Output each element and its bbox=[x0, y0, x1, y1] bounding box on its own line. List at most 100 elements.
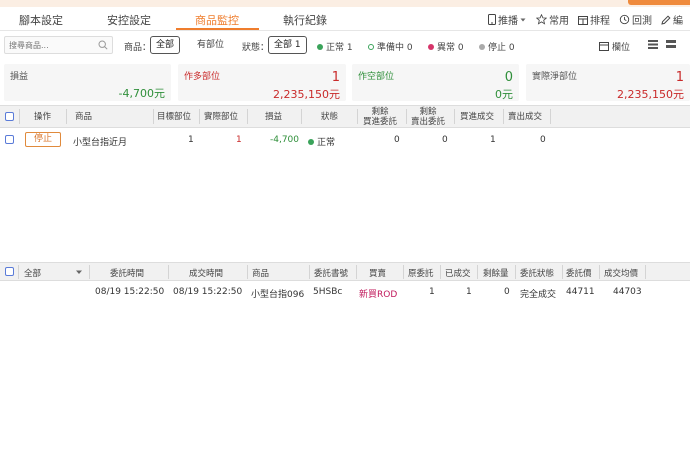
backtest-button[interactable]: 回測 bbox=[619, 12, 652, 27]
col-order-number: 委託書號 bbox=[314, 269, 349, 279]
tab-script-settings[interactable]: 腳本設定 bbox=[19, 12, 63, 28]
col-buy-filled: 買進成交 bbox=[460, 112, 495, 122]
col-product: 商品 bbox=[75, 112, 93, 122]
col-fill-time: 成交時間 bbox=[189, 269, 224, 279]
status-stopped-label: 停止 0 bbox=[488, 43, 515, 53]
edit-button[interactable]: 編 bbox=[661, 12, 683, 27]
long-card-label: 作多部位 bbox=[184, 72, 221, 82]
status-filter-stopped[interactable]: 停止 0 bbox=[479, 40, 515, 53]
status-filter-label: 狀態： bbox=[242, 43, 270, 53]
short-card-label: 作空部位 bbox=[358, 72, 395, 82]
order-row-product: 小型台指096 bbox=[251, 290, 305, 300]
summary-cards: 損益 -4,700元 作多部位 1 2,235,150元 作空部位 0 0元 實… bbox=[0, 60, 690, 102]
tab-execution-log[interactable]: 執行紀錄 bbox=[283, 12, 327, 28]
order-row-avg-price: 44703 bbox=[613, 287, 642, 297]
col-remaining-buy-line1: 剩餘 bbox=[371, 107, 389, 117]
row-sell-filled: 0 bbox=[540, 135, 546, 145]
row-remaining-buy: 0 bbox=[394, 135, 400, 145]
order-row-order-price: 44711 bbox=[566, 287, 595, 297]
row-target-position: 1 bbox=[188, 135, 194, 145]
gray-dot-icon bbox=[479, 43, 485, 50]
table-row[interactable]: 08/19 15:22:50 08/19 15:22:50 小型台指096 5H… bbox=[0, 284, 690, 302]
status-filter-all[interactable]: 全部 1 bbox=[268, 36, 307, 54]
col-remaining-buy: 剩餘 買進委託 bbox=[363, 107, 397, 127]
order-row-original-qty: 1 bbox=[429, 287, 435, 297]
caret-down-icon bbox=[520, 18, 526, 21]
col-target-position: 目標部位 bbox=[157, 112, 192, 122]
product-filter-has-position[interactable]: 有部位 bbox=[191, 36, 230, 54]
col-status: 狀態 bbox=[321, 112, 339, 122]
net-card-count: 1 bbox=[675, 70, 684, 85]
order-row-order-time: 08/19 15:22:50 bbox=[95, 287, 165, 297]
green-dot-icon bbox=[317, 43, 323, 50]
col-filled-qty: 已成交 bbox=[445, 269, 471, 279]
table-row[interactable]: 停止 小型台指近月 1 1 -4,700 正常 0 0 1 0 bbox=[0, 130, 690, 150]
order-row-status: 完全成交 bbox=[520, 290, 557, 300]
edit-label: 編 bbox=[673, 16, 683, 27]
status-normal-label: 正常 1 bbox=[326, 43, 353, 53]
tab-product-monitor[interactable]: 商品監控 bbox=[195, 12, 239, 28]
order-row-side: 新買ROD bbox=[359, 290, 398, 300]
status-filter-preparing[interactable]: 準備中 0 bbox=[368, 40, 413, 53]
orders-select-all-checkbox[interactable] bbox=[5, 267, 14, 276]
product-search-input[interactable] bbox=[5, 37, 93, 53]
col-order-product: 商品 bbox=[252, 269, 270, 279]
long-card-value: 2,235,150元 bbox=[273, 88, 340, 101]
red-dot-icon bbox=[428, 43, 434, 50]
col-actual-position: 實際部位 bbox=[204, 112, 239, 122]
col-remaining-qty: 剩餘量 bbox=[483, 269, 509, 279]
col-remaining-sell-line1: 剩餘 bbox=[419, 107, 437, 117]
order-table-header: 全部 委託時間 成交時間 商品 委託書號 買賣 原委託 已成交 剩餘量 委託狀態… bbox=[0, 262, 690, 281]
push-menu[interactable]: 推播 bbox=[488, 12, 526, 27]
col-remaining-sell: 剩餘 賣出委託 bbox=[411, 107, 445, 127]
short-card-value: 0元 bbox=[495, 88, 513, 101]
row-actual-position: 1 bbox=[236, 135, 242, 145]
row-buy-filled: 1 bbox=[490, 135, 496, 145]
orders-filter-select[interactable]: 全部 bbox=[24, 267, 41, 279]
pnl-card-label: 損益 bbox=[10, 72, 29, 82]
filter-caret-icon[interactable] bbox=[76, 270, 82, 275]
history-icon bbox=[619, 14, 630, 25]
col-order-price: 委託價 bbox=[566, 269, 592, 279]
status-filter-abnormal[interactable]: 異常 0 bbox=[428, 40, 464, 53]
favorites-button[interactable]: 常用 bbox=[536, 12, 569, 27]
order-row-fill-time: 08/19 15:22:50 bbox=[173, 287, 243, 297]
col-action: 操作 bbox=[34, 112, 52, 122]
order-row-filled-qty: 1 bbox=[466, 287, 472, 297]
col-order-time: 委託時間 bbox=[110, 269, 145, 279]
tab-risk-settings[interactable]: 安控設定 bbox=[107, 12, 151, 28]
row-remaining-sell: 0 bbox=[442, 135, 448, 145]
status-filter-normal[interactable]: 正常 1 bbox=[317, 40, 353, 53]
select-all-checkbox[interactable] bbox=[5, 112, 14, 121]
net-position-card: 實際淨部位 1 2,235,150元 bbox=[526, 64, 690, 101]
view-compact-icon[interactable] bbox=[648, 40, 658, 49]
top-accent-bar bbox=[628, 0, 690, 5]
stop-button[interactable]: 停止 bbox=[25, 132, 61, 147]
hollow-dot-icon bbox=[368, 43, 374, 50]
view-list-icon[interactable] bbox=[666, 40, 676, 49]
net-card-value: 2,235,150元 bbox=[617, 88, 684, 101]
row-pnl: -4,700 bbox=[270, 135, 300, 145]
short-card-count: 0 bbox=[504, 70, 513, 85]
window-top-strip bbox=[0, 0, 690, 7]
col-pnl: 損益 bbox=[265, 112, 283, 122]
col-remaining-sell-line2: 賣出委託 bbox=[411, 117, 446, 127]
status-ok-icon bbox=[308, 138, 314, 145]
short-position-card: 作空部位 0 0元 bbox=[352, 64, 519, 101]
col-original-qty: 原委託 bbox=[408, 269, 434, 279]
product-filter-all[interactable]: 全部 bbox=[150, 36, 181, 54]
favorites-label: 常用 bbox=[549, 16, 569, 27]
columns-icon bbox=[599, 42, 609, 51]
pnl-card: 損益 -4,700元 bbox=[4, 64, 171, 101]
columns-button[interactable]: 欄位 bbox=[599, 40, 630, 53]
col-side: 買賣 bbox=[369, 269, 387, 279]
status-preparing-label: 準備中 0 bbox=[377, 43, 413, 53]
product-search bbox=[4, 36, 113, 54]
schedule-label: 排程 bbox=[590, 16, 610, 27]
calendar-icon bbox=[578, 15, 588, 25]
order-row-remaining-qty: 0 bbox=[504, 287, 510, 297]
schedule-button[interactable]: 排程 bbox=[578, 12, 610, 27]
col-remaining-buy-line2: 買進委託 bbox=[363, 117, 398, 127]
net-card-label: 實際淨部位 bbox=[532, 72, 578, 82]
row-checkbox[interactable] bbox=[5, 135, 14, 144]
